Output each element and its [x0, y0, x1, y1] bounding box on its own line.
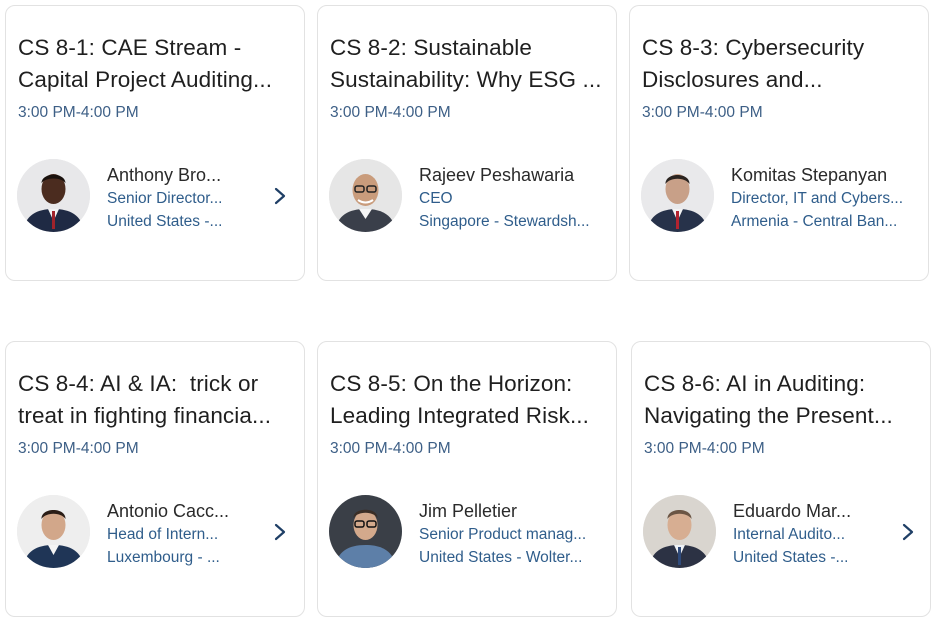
session-title-line1: CS 8-5: On the Horizon: — [330, 371, 573, 396]
session-time: 3:00 PM-4:00 PM — [18, 440, 139, 457]
speaker-avatar — [643, 495, 716, 568]
session-title-line2: Navigating the Present... — [644, 403, 893, 428]
speaker-role: Senior Director... — [107, 190, 223, 207]
speaker-role: Director, IT and Cybers... — [731, 190, 903, 207]
speaker-info: Rajeev Peshawaria CEO Singapore - Stewar… — [419, 163, 597, 233]
speaker-name: Eduardo Mar... — [733, 501, 852, 521]
session-title-line1: CS 8-6: AI in Auditing: — [644, 371, 866, 396]
speaker-info: Anthony Bro... Senior Director... United… — [107, 163, 285, 233]
session-title: CS 8-4: AI & IA: trick or treat in fight… — [18, 368, 292, 432]
speaker-info: Komitas Stepanyan Director, IT and Cyber… — [731, 163, 909, 233]
session-time: 3:00 PM-4:00 PM — [18, 104, 139, 121]
speaker-name: Anthony Bro... — [107, 165, 222, 185]
speaker-info: Jim Pelletier Senior Product manag... Un… — [419, 499, 597, 569]
speaker-avatar — [641, 159, 714, 232]
speaker-organization: Armenia - Central Ban... — [731, 213, 898, 230]
speaker-info: Antonio Cacc... Head of Intern... Luxemb… — [107, 499, 285, 569]
chevron-right-icon[interactable] — [270, 518, 290, 546]
session-title-line2: Disclosures and... — [642, 67, 823, 92]
speaker-avatar — [329, 159, 402, 232]
speaker-organization: Luxembourg - ... — [107, 549, 220, 566]
session-time: 3:00 PM-4:00 PM — [330, 104, 451, 121]
speaker-avatar — [17, 495, 90, 568]
speaker-role: Senior Product manag... — [419, 526, 587, 543]
speaker-organization: United States -... — [107, 213, 223, 230]
chevron-right-icon[interactable] — [898, 518, 918, 546]
speaker-role: Internal Audito... — [733, 526, 846, 543]
session-card-1[interactable]: CS 8-1: CAE Stream - Capital Project Aud… — [5, 5, 305, 281]
session-card-2[interactable]: CS 8-2: Sustainable Sustainability: Why … — [317, 5, 617, 281]
speaker-organization: United States - Wolter... — [419, 549, 583, 566]
session-title-line1: CS 8-2: Sustainable — [330, 35, 533, 60]
session-title: CS 8-3: Cybersecurity Disclosures and... — [642, 32, 916, 96]
session-title: CS 8-1: CAE Stream - Capital Project Aud… — [18, 32, 292, 96]
speaker-organization: Singapore - Stewardsh... — [419, 213, 590, 230]
session-time: 3:00 PM-4:00 PM — [642, 104, 763, 121]
session-title: CS 8-5: On the Horizon: Leading Integrat… — [330, 368, 604, 432]
session-time: 3:00 PM-4:00 PM — [330, 440, 451, 457]
session-title: CS 8-6: AI in Auditing: Navigating the P… — [644, 368, 918, 432]
speaker-role: Head of Intern... — [107, 526, 219, 543]
speaker-organization: United States -... — [733, 549, 849, 566]
session-title-line2: Capital Project Auditing... — [18, 67, 273, 92]
session-title-line1: CS 8-3: Cybersecurity — [642, 35, 865, 60]
speaker-role: CEO — [419, 190, 453, 207]
speaker-name: Komitas Stepanyan — [731, 165, 888, 185]
session-title-line2: Leading Integrated Risk... — [330, 403, 590, 428]
session-card-6[interactable]: CS 8-6: AI in Auditing: Navigating the P… — [631, 341, 931, 617]
speaker-info: Eduardo Mar... Internal Audito... United… — [733, 499, 911, 569]
session-title-line2: treat in fighting financia... — [18, 403, 272, 428]
speaker-avatar — [329, 495, 402, 568]
speaker-name: Antonio Cacc... — [107, 501, 230, 521]
session-card-4[interactable]: CS 8-4: AI & IA: trick or treat in fight… — [5, 341, 305, 617]
session-title-line1: CS 8-1: CAE Stream - — [18, 35, 242, 60]
session-card-5[interactable]: CS 8-5: On the Horizon: Leading Integrat… — [317, 341, 617, 617]
session-time: 3:00 PM-4:00 PM — [644, 440, 765, 457]
speaker-avatar — [17, 159, 90, 232]
chevron-right-icon[interactable] — [270, 182, 290, 210]
session-title-line1: CS 8-4: AI & IA: trick or — [18, 371, 259, 396]
session-card-3[interactable]: CS 8-3: Cybersecurity Disclosures and...… — [629, 5, 929, 281]
session-title: CS 8-2: Sustainable Sustainability: Why … — [330, 32, 604, 96]
speaker-name: Jim Pelletier — [419, 501, 518, 521]
speaker-name: Rajeev Peshawaria — [419, 165, 575, 185]
session-title-line2: Sustainability: Why ESG ... — [330, 67, 602, 92]
